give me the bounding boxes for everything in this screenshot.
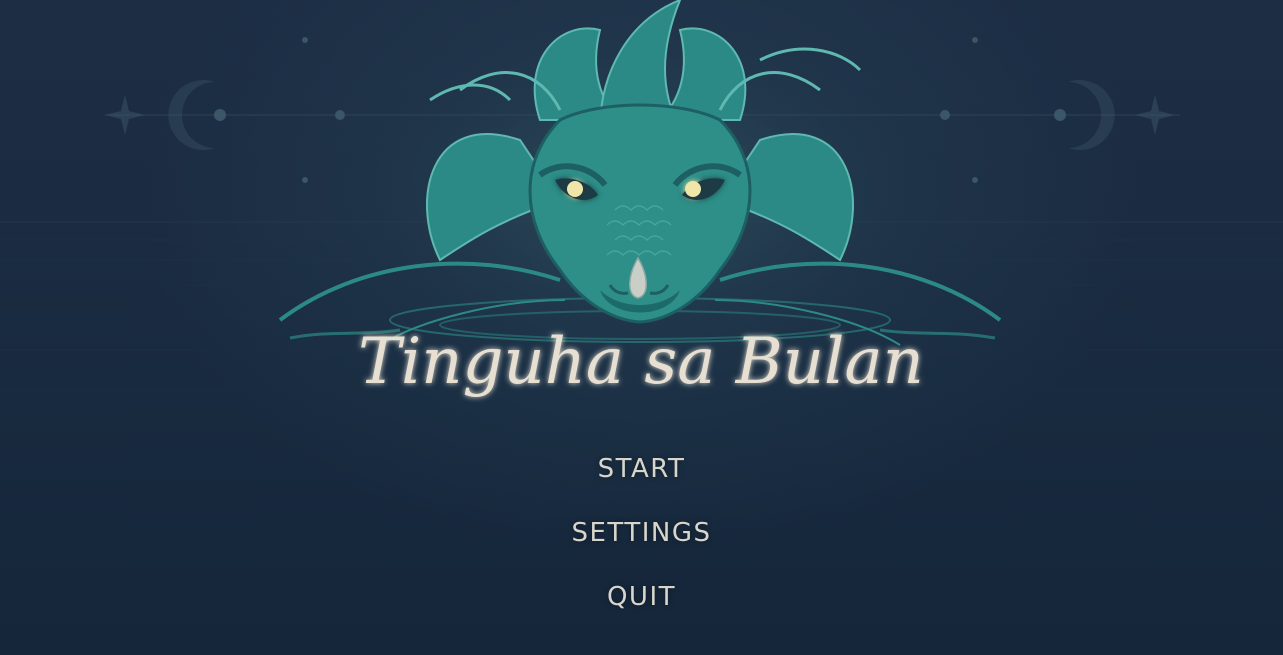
game-title: Tinguha sa Bulan [358,325,924,399]
full-moon-icon [214,109,226,121]
settings-button[interactable]: SETTINGS [571,504,711,568]
star-icon [105,95,145,135]
quit-button[interactable]: QUIT [607,568,676,632]
main-menu: START SETTINGS QUIT [0,440,1283,632]
start-button[interactable]: START [598,440,686,504]
star-icon [1135,95,1175,135]
